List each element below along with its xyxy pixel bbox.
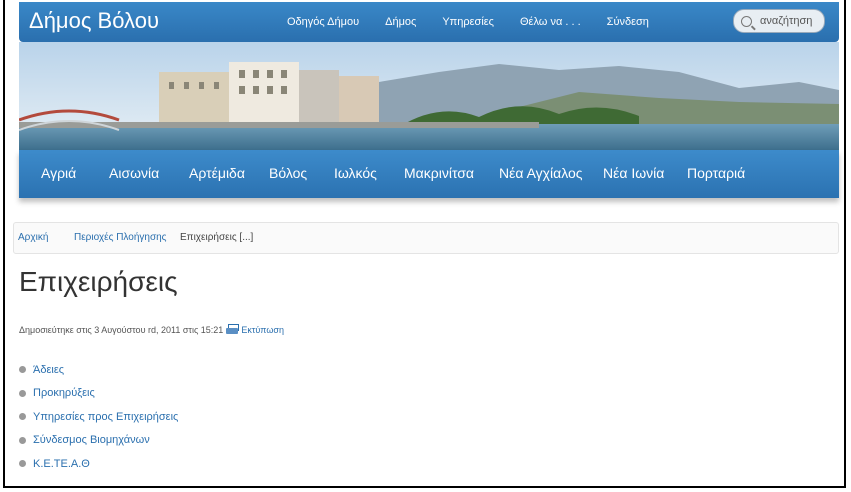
search-placeholder: αναζήτηση xyxy=(760,15,813,27)
top-navigation-bar: Δήμος Βόλου Οδηγός Δήμου Δήμος Υπηρεσίες… xyxy=(19,2,839,42)
city-volos[interactable]: Βόλος xyxy=(269,165,307,181)
breadcrumb-home[interactable]: Αρχική xyxy=(18,232,48,243)
city-menu-bar: Αγριά Αισωνία Αρτέμιδα Βόλος Ιωλκός Μακρ… xyxy=(19,150,839,198)
city-agria[interactable]: Αγριά xyxy=(41,165,76,181)
nav-municipality[interactable]: Δήμος xyxy=(385,16,416,28)
search-icon xyxy=(741,15,752,27)
list-item: Άδειες xyxy=(19,358,178,382)
top-nav: Οδηγός Δήμου Δήμος Υπηρεσίες Θέλω να . .… xyxy=(287,16,675,28)
publish-meta: Δημοσιεύτηκε στις 3 Αυγούστου rd, 2011 σ… xyxy=(19,324,284,335)
page-frame: Δήμος Βόλου Οδηγός Δήμου Δήμος Υπηρεσίες… xyxy=(3,0,846,488)
list-item: Κ.Ε.ΤΕ.Α.Θ xyxy=(19,452,178,476)
nav-login[interactable]: Σύνδεση xyxy=(607,16,649,28)
link-keteath[interactable]: Κ.Ε.ΤΕ.Α.Θ xyxy=(33,458,90,470)
list-item: Υπηρεσίες προς Επιχειρήσεις xyxy=(19,405,178,429)
business-links-list: Άδειες Προκηρύξεις Υπηρεσίες προς Επιχει… xyxy=(19,358,178,476)
link-announcements[interactable]: Προκηρύξεις xyxy=(33,387,95,399)
bullet-icon xyxy=(19,389,26,397)
city-nea-anchialos[interactable]: Νέα Αγχίαλος xyxy=(499,165,583,181)
city-nea-ionia[interactable]: Νέα Ιωνία xyxy=(603,165,664,181)
city-aisonia[interactable]: Αισωνία xyxy=(109,165,159,181)
panorama-image xyxy=(19,42,839,150)
city-portaria[interactable]: Πορταριά xyxy=(687,165,745,181)
link-business-services[interactable]: Υπηρεσίες προς Επιχειρήσεις xyxy=(33,411,178,423)
page-title: Επιχειρήσεις xyxy=(19,266,178,297)
site-title[interactable]: Δήμος Βόλου xyxy=(29,8,159,34)
search-box[interactable]: αναζήτηση xyxy=(733,9,825,33)
bullet-icon xyxy=(19,413,26,421)
print-link[interactable]: Εκτύπωση xyxy=(241,325,284,335)
city-panorama-banner xyxy=(19,42,839,150)
nav-services[interactable]: Υπηρεσίες xyxy=(442,16,494,28)
city-makrinitsa[interactable]: Μακρινίτσα xyxy=(404,165,474,181)
list-item: Προκηρύξεις xyxy=(19,382,178,406)
breadcrumb-current: Επιχειρήσεις [...] xyxy=(180,232,254,243)
list-item: Σύνδεσμος Βιομηχάνων xyxy=(19,429,178,453)
bullet-icon xyxy=(19,366,26,374)
breadcrumb-section[interactable]: Περιοχές Πλοήγησης xyxy=(74,232,167,243)
city-iolkos[interactable]: Ιωλκός xyxy=(334,165,377,181)
city-artemida[interactable]: Αρτέμιδα xyxy=(189,165,245,181)
printer-icon[interactable] xyxy=(226,324,240,335)
published-date: Δημοσιεύτηκε στις 3 Αυγούστου rd, 2011 σ… xyxy=(19,324,224,335)
bullet-icon xyxy=(19,436,26,444)
breadcrumb: Αρχική Περιοχές Πλοήγησης Επιχειρήσεις [… xyxy=(13,222,839,254)
link-industrialists-association[interactable]: Σύνδεσμος Βιομηχάνων xyxy=(33,434,150,446)
link-permits[interactable]: Άδειες xyxy=(33,364,64,376)
nav-i-want-to[interactable]: Θέλω να . . . xyxy=(520,16,581,28)
bullet-icon xyxy=(19,460,26,468)
nav-guide[interactable]: Οδηγός Δήμου xyxy=(287,16,359,28)
